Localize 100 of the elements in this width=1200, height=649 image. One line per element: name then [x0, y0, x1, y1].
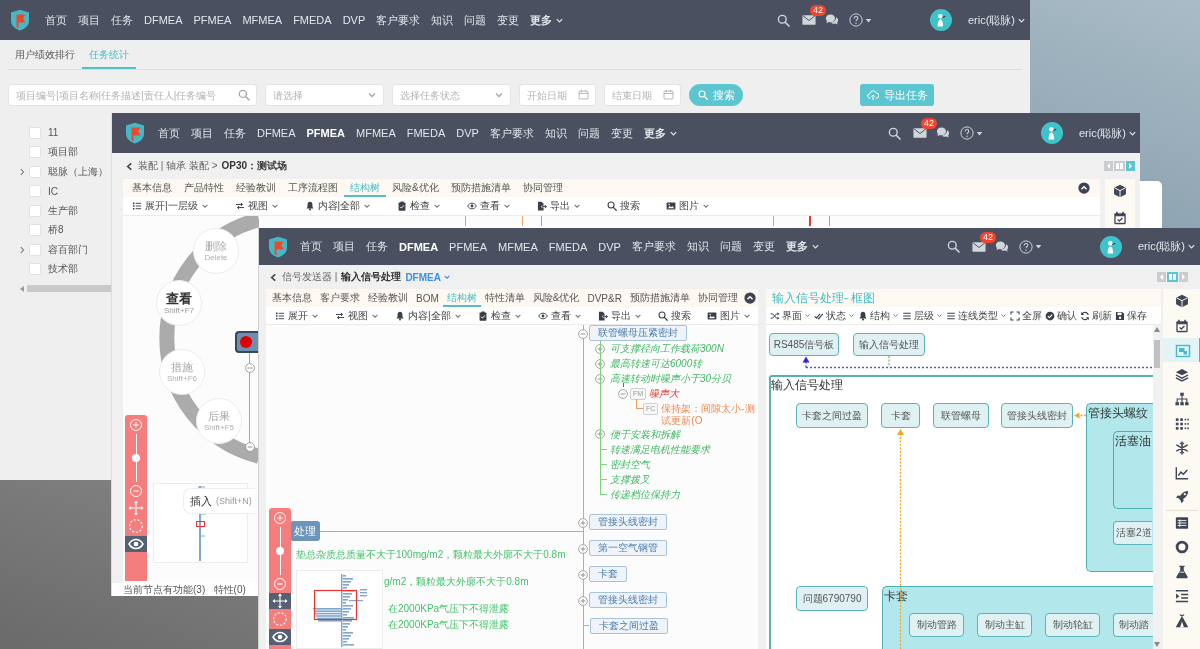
help-icon[interactable]: [959, 126, 974, 140]
chevron-left-icon[interactable]: [269, 272, 278, 282]
toolbar-button[interactable]: 检查: [477, 308, 522, 323]
caret-down-icon[interactable]: [864, 16, 872, 24]
tree-item-label[interactable]: 项目部: [48, 145, 78, 160]
checkbox[interactable]: [29, 165, 41, 178]
toolbar-button[interactable]: 图片: [706, 308, 751, 323]
toolbar-button[interactable]: 视图: [234, 199, 279, 213]
shield-logo-icon[interactable]: [268, 235, 288, 258]
tab[interactable]: BOM: [412, 289, 443, 307]
toolbar-button[interactable]: 查看: [467, 199, 512, 213]
eye-icon[interactable]: [125, 536, 147, 552]
vertical-scrollbar[interactable]: [1153, 325, 1161, 649]
toolbar-button[interactable]: 检查: [397, 199, 442, 213]
mind-map-node[interactable]: 管接头线密封: [589, 591, 667, 608]
right-triangle-icon[interactable]: [1126, 161, 1135, 171]
minus-circle-icon[interactable]: [618, 388, 628, 399]
user-menu[interactable]: eric(聪脉): [1137, 239, 1196, 254]
tab[interactable]: 预防措施清单: [444, 179, 517, 197]
nav-link[interactable]: DFMEA: [257, 127, 296, 139]
nav-link[interactable]: 首页: [300, 239, 322, 254]
nav-link[interactable]: 任务: [224, 125, 246, 141]
left-triangle-icon[interactable]: [1104, 161, 1113, 171]
table-icon[interactable]: [1175, 515, 1189, 530]
mail-icon[interactable]: [912, 126, 927, 140]
caret-down-icon[interactable]: [975, 129, 983, 137]
chevron-down-icon[interactable]: [494, 90, 504, 100]
nav-link[interactable]: 变更: [610, 125, 633, 141]
date-field[interactable]: 开始日期: [519, 84, 596, 106]
toolbar-button[interactable]: 界面: [770, 308, 811, 323]
zoom-in-icon[interactable]: [273, 511, 287, 525]
tree-item-label[interactable]: 11: [48, 127, 59, 139]
diagram-node[interactable]: RS485信号板: [769, 333, 839, 356]
triangle-down-icon[interactable]: [1154, 642, 1160, 647]
nav-link[interactable]: DVP: [342, 14, 366, 26]
triangle-up-icon[interactable]: [1154, 327, 1160, 332]
nav-link[interactable]: DVP: [456, 127, 479, 139]
toolbar-button[interactable]: 搜索: [657, 308, 691, 323]
checkbox[interactable]: [29, 243, 41, 256]
mind-map-node[interactable]: 卡套: [589, 565, 627, 582]
sitemap-icon[interactable]: [1175, 392, 1189, 407]
mind-map-node[interactable]: 第一空气钢管: [589, 539, 667, 556]
checkbox[interactable]: [29, 204, 41, 217]
chevron-up-circle-icon[interactable]: [744, 292, 756, 304]
toolbar-button[interactable]: 全屏: [1010, 308, 1042, 323]
nav-link[interactable]: 客户要求: [489, 125, 534, 141]
nav-link[interactable]: 客户要求: [631, 239, 676, 254]
tab[interactable]: 特性清单: [480, 289, 529, 307]
toolbar-button[interactable]: 查看: [537, 308, 582, 323]
diagram-node[interactable]: 制动管路: [909, 613, 964, 637]
zoom-slider[interactable]: [276, 527, 284, 575]
dot-grid-icon[interactable]: [1175, 416, 1189, 431]
diagram-node[interactable]: 输入信号处理: [853, 333, 925, 356]
zoom-slider[interactable]: [132, 434, 140, 482]
slider-thumb[interactable]: [276, 547, 284, 555]
search-icon[interactable]: [946, 240, 960, 253]
chevron-up-circle-icon[interactable]: [1078, 182, 1090, 194]
nav-link[interactable]: 变更: [752, 239, 775, 254]
tab[interactable]: DVP&R: [583, 289, 626, 307]
checkbox[interactable]: [29, 146, 41, 159]
left-triangle-icon[interactable]: [1157, 272, 1166, 282]
indent-icon[interactable]: [1175, 589, 1189, 604]
move-arrows-icon[interactable]: [269, 593, 291, 609]
nav-link[interactable]: 首页: [45, 12, 67, 28]
move-arrows-icon[interactable]: [128, 500, 144, 516]
nav-link[interactable]: 首页: [158, 125, 180, 141]
zoom-in-icon[interactable]: [129, 418, 143, 432]
nav-link[interactable]: MFMEA: [498, 240, 538, 253]
columns-icon[interactable]: [1114, 161, 1125, 171]
chat-icon[interactable]: [994, 239, 1009, 254]
tab[interactable]: 预防措施清单: [625, 289, 694, 307]
radial-menu-button[interactable]: 查看 Shift+F7: [156, 280, 202, 326]
user-menu[interactable]: eric(聪脉): [1078, 125, 1137, 141]
diagram-node[interactable]: 制动主缸: [977, 613, 1032, 637]
minus-circle-icon[interactable]: [595, 373, 605, 384]
checkbox[interactable]: [29, 185, 41, 198]
search-icon[interactable]: [776, 13, 790, 27]
avatar-icon[interactable]: [1040, 122, 1063, 144]
tab[interactable]: 风险&优化: [528, 289, 584, 307]
plus-circle-icon[interactable]: [578, 595, 588, 606]
tab[interactable]: 基本信息: [126, 179, 178, 197]
select-field[interactable]: 选择任务状态: [392, 84, 511, 106]
tab[interactable]: 经验教训: [230, 179, 282, 197]
nav-link[interactable]: 问题: [464, 12, 487, 28]
toolbar-button[interactable]: 连线类型: [946, 308, 1007, 323]
rocket-icon[interactable]: [1175, 490, 1189, 505]
diagram-node[interactable]: 活塞2道: [1113, 521, 1152, 545]
diagram-node[interactable]: 制动轮缸: [1045, 613, 1100, 637]
nav-link[interactable]: PFMEA: [449, 240, 487, 253]
mind-map-node[interactable]: 卡套之间过盈: [590, 617, 668, 634]
nav-link[interactable]: PFMEA: [306, 127, 345, 139]
tree-item-label[interactable]: 技术部: [48, 262, 78, 277]
eye-icon[interactable]: [269, 629, 291, 645]
nav-link[interactable]: DFMEA: [399, 240, 439, 253]
tab[interactable]: 经验教训: [364, 289, 412, 307]
date-field[interactable]: 结束日期: [604, 84, 681, 106]
tree-item-label[interactable]: 聪脉（上海）: [48, 164, 108, 179]
viewport-frame[interactable]: [196, 521, 205, 527]
toolbar-button[interactable]: 保存: [1115, 308, 1147, 323]
nav-link[interactable]: 问题: [577, 125, 600, 141]
